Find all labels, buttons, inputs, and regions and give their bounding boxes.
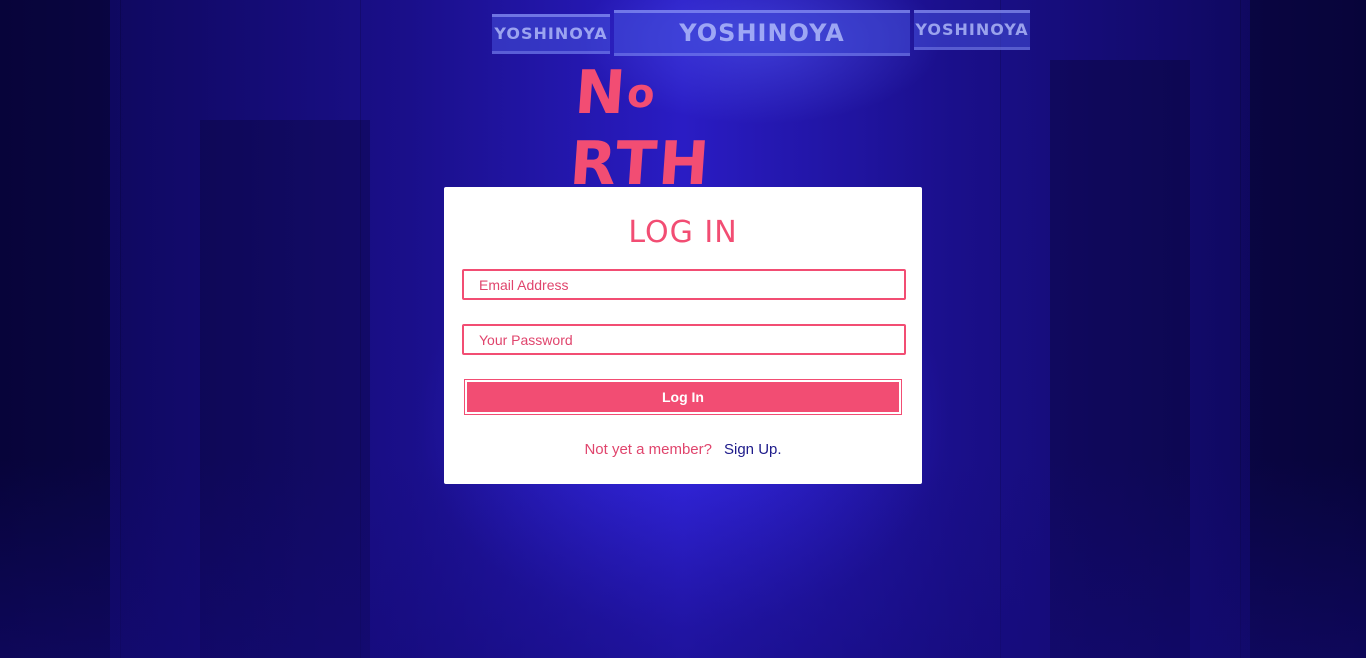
email-input[interactable] [464, 271, 904, 298]
login-button[interactable]: Log In [467, 382, 899, 412]
password-input[interactable] [464, 326, 904, 353]
yoshinoya-sign-left: YOSHINOYA [492, 14, 610, 54]
login-title: LOG IN [628, 215, 738, 250]
logo-letter-o: o [625, 71, 659, 117]
login-card: LOG IN Log In Not yet a member? Sign Up. [444, 187, 922, 484]
password-field-wrapper [462, 324, 906, 355]
signup-prompt: Not yet a member? [584, 441, 712, 458]
signup-row: Not yet a member? Sign Up. [444, 441, 922, 458]
login-button-frame: Log In [464, 379, 902, 415]
yoshinoya-sign-center: YOSHINOYA [614, 10, 910, 56]
signup-link[interactable]: Sign Up. [724, 441, 782, 458]
logo-letter-n: N [572, 58, 630, 128]
email-field-wrapper [462, 269, 906, 300]
yoshinoya-sign-right: YOSHINOYA [914, 10, 1030, 50]
north-logo: NoRTH [568, 58, 790, 199]
